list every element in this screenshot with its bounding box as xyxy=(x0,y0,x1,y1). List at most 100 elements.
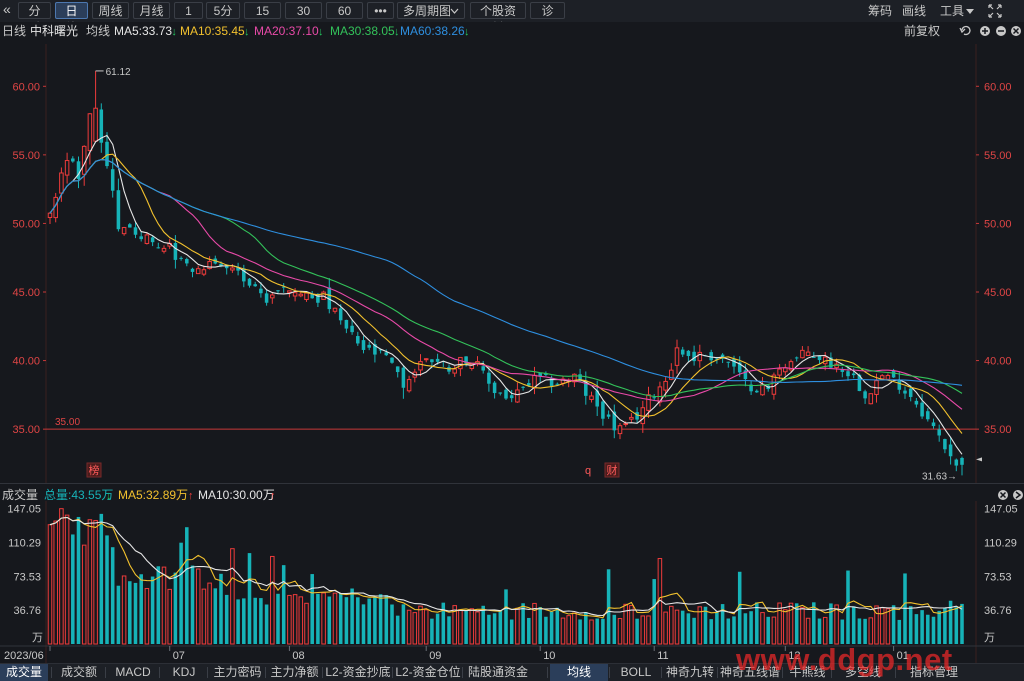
adjust-label[interactable]: 前复权 xyxy=(904,23,940,38)
volume-bar[interactable] xyxy=(840,619,845,644)
volume-bar[interactable] xyxy=(578,619,582,644)
candle[interactable] xyxy=(276,290,280,292)
volume-bar[interactable] xyxy=(71,534,75,644)
volume-bar[interactable] xyxy=(105,535,109,644)
candle[interactable] xyxy=(264,293,269,303)
volume-bar[interactable] xyxy=(732,616,736,644)
candle[interactable] xyxy=(863,391,867,399)
indicator-tab[interactable]: 陆股通资金 xyxy=(465,664,531,681)
candle[interactable] xyxy=(617,425,623,435)
candle[interactable] xyxy=(817,355,822,361)
candle[interactable] xyxy=(492,382,497,394)
volume-bar[interactable] xyxy=(81,544,87,645)
volume-bar[interactable] xyxy=(190,565,195,644)
volume-bar[interactable] xyxy=(344,597,349,644)
candle[interactable] xyxy=(287,290,292,293)
candle[interactable] xyxy=(606,414,611,417)
volume-bar[interactable] xyxy=(584,612,588,644)
volume-bar[interactable] xyxy=(960,603,964,644)
candle[interactable] xyxy=(270,294,275,299)
volume-bar[interactable] xyxy=(185,527,189,644)
volume-chart[interactable]: 成交量 总量:43.55万↓ MA5:32.89万 ↑ MA10:30.00万↑147.… xyxy=(0,486,1024,663)
candle[interactable] xyxy=(771,374,777,395)
candle[interactable] xyxy=(298,293,304,297)
candle[interactable] xyxy=(344,319,349,329)
candle[interactable] xyxy=(390,357,394,363)
candle[interactable] xyxy=(150,237,155,243)
volume-bar[interactable] xyxy=(805,617,811,645)
volume-bar[interactable] xyxy=(726,618,731,644)
volume-bar[interactable] xyxy=(87,519,93,645)
volume-bar[interactable] xyxy=(350,588,354,644)
volume-bar[interactable] xyxy=(926,614,930,644)
candle[interactable] xyxy=(356,336,360,344)
close-icon[interactable] xyxy=(998,490,1008,500)
candle[interactable] xyxy=(452,368,457,374)
candle[interactable] xyxy=(954,459,959,466)
candle[interactable] xyxy=(384,352,389,356)
volume-bar[interactable] xyxy=(207,582,212,645)
volume-bar[interactable] xyxy=(201,588,207,645)
volume-bar[interactable] xyxy=(59,508,64,645)
volume-bar[interactable] xyxy=(817,618,822,644)
candle[interactable] xyxy=(601,401,605,419)
more-button[interactable]: ••• xyxy=(367,2,394,19)
multi-period-button[interactable]: 多周期图 xyxy=(397,2,465,19)
volume-bar[interactable] xyxy=(481,605,485,644)
candle[interactable] xyxy=(697,351,703,362)
volume-bar[interactable] xyxy=(868,617,874,645)
volume-bar[interactable] xyxy=(128,581,132,644)
candle[interactable] xyxy=(185,259,189,264)
candle[interactable] xyxy=(897,379,902,390)
volume-bar[interactable] xyxy=(53,520,58,645)
candle[interactable] xyxy=(726,361,731,363)
volume-bar[interactable] xyxy=(931,616,936,644)
volume-bar[interactable] xyxy=(612,614,617,644)
volume-bar[interactable] xyxy=(897,619,902,644)
volume-bar[interactable] xyxy=(822,616,828,645)
volume-bar[interactable] xyxy=(281,565,286,644)
candle[interactable] xyxy=(692,351,696,362)
candle[interactable] xyxy=(59,172,64,194)
volume-bar[interactable] xyxy=(601,618,605,644)
volume-bar[interactable] xyxy=(361,604,366,644)
volume-bar[interactable] xyxy=(885,608,891,645)
price-chart[interactable]: 日线 中科曙光 均线 MA5:33.73 ↓ MA10:35.45 ↓ MA20:37.10 ↓… xyxy=(0,22,1024,484)
volume-bar[interactable] xyxy=(321,592,326,645)
indicator-tab[interactable]: MACD xyxy=(108,664,158,681)
volume-bar[interactable] xyxy=(703,606,708,644)
candle[interactable] xyxy=(879,375,885,380)
volume-bar[interactable] xyxy=(464,610,468,644)
stock-info-button[interactable]: 个股资料 xyxy=(470,2,526,35)
volume-bar[interactable] xyxy=(144,588,150,645)
candle[interactable] xyxy=(190,268,195,272)
volume-bar[interactable] xyxy=(566,615,571,645)
volume-bar[interactable] xyxy=(173,572,178,644)
volume-bar[interactable] xyxy=(304,602,309,645)
volume-bar[interactable] xyxy=(572,612,577,645)
volume-bar[interactable] xyxy=(920,610,924,644)
volume-bar[interactable] xyxy=(777,602,782,645)
candle[interactable] xyxy=(623,423,628,426)
candle[interactable] xyxy=(93,107,98,142)
volume-bar[interactable] xyxy=(47,524,53,645)
volume-bar[interactable] xyxy=(943,607,947,644)
volume-bar[interactable] xyxy=(697,606,703,645)
fullscreen-icon[interactable] xyxy=(988,4,1002,18)
volume-bar[interactable] xyxy=(629,605,634,645)
volume-bar[interactable] xyxy=(64,514,70,645)
volume-bar[interactable] xyxy=(179,542,183,644)
candle[interactable] xyxy=(401,367,406,388)
candle[interactable] xyxy=(920,402,924,417)
candle[interactable] xyxy=(812,356,816,358)
indicator-tab[interactable]: 成交量 xyxy=(0,664,48,681)
candle[interactable] xyxy=(105,141,109,167)
candle[interactable] xyxy=(71,158,75,162)
volume-bar[interactable] xyxy=(412,612,418,645)
candle[interactable] xyxy=(800,349,805,359)
candle[interactable] xyxy=(332,307,338,312)
period-button[interactable]: 分时 xyxy=(18,2,51,35)
volume-bar[interactable] xyxy=(458,609,463,645)
volume-bar[interactable] xyxy=(384,595,389,644)
volume-bar[interactable] xyxy=(378,594,383,644)
